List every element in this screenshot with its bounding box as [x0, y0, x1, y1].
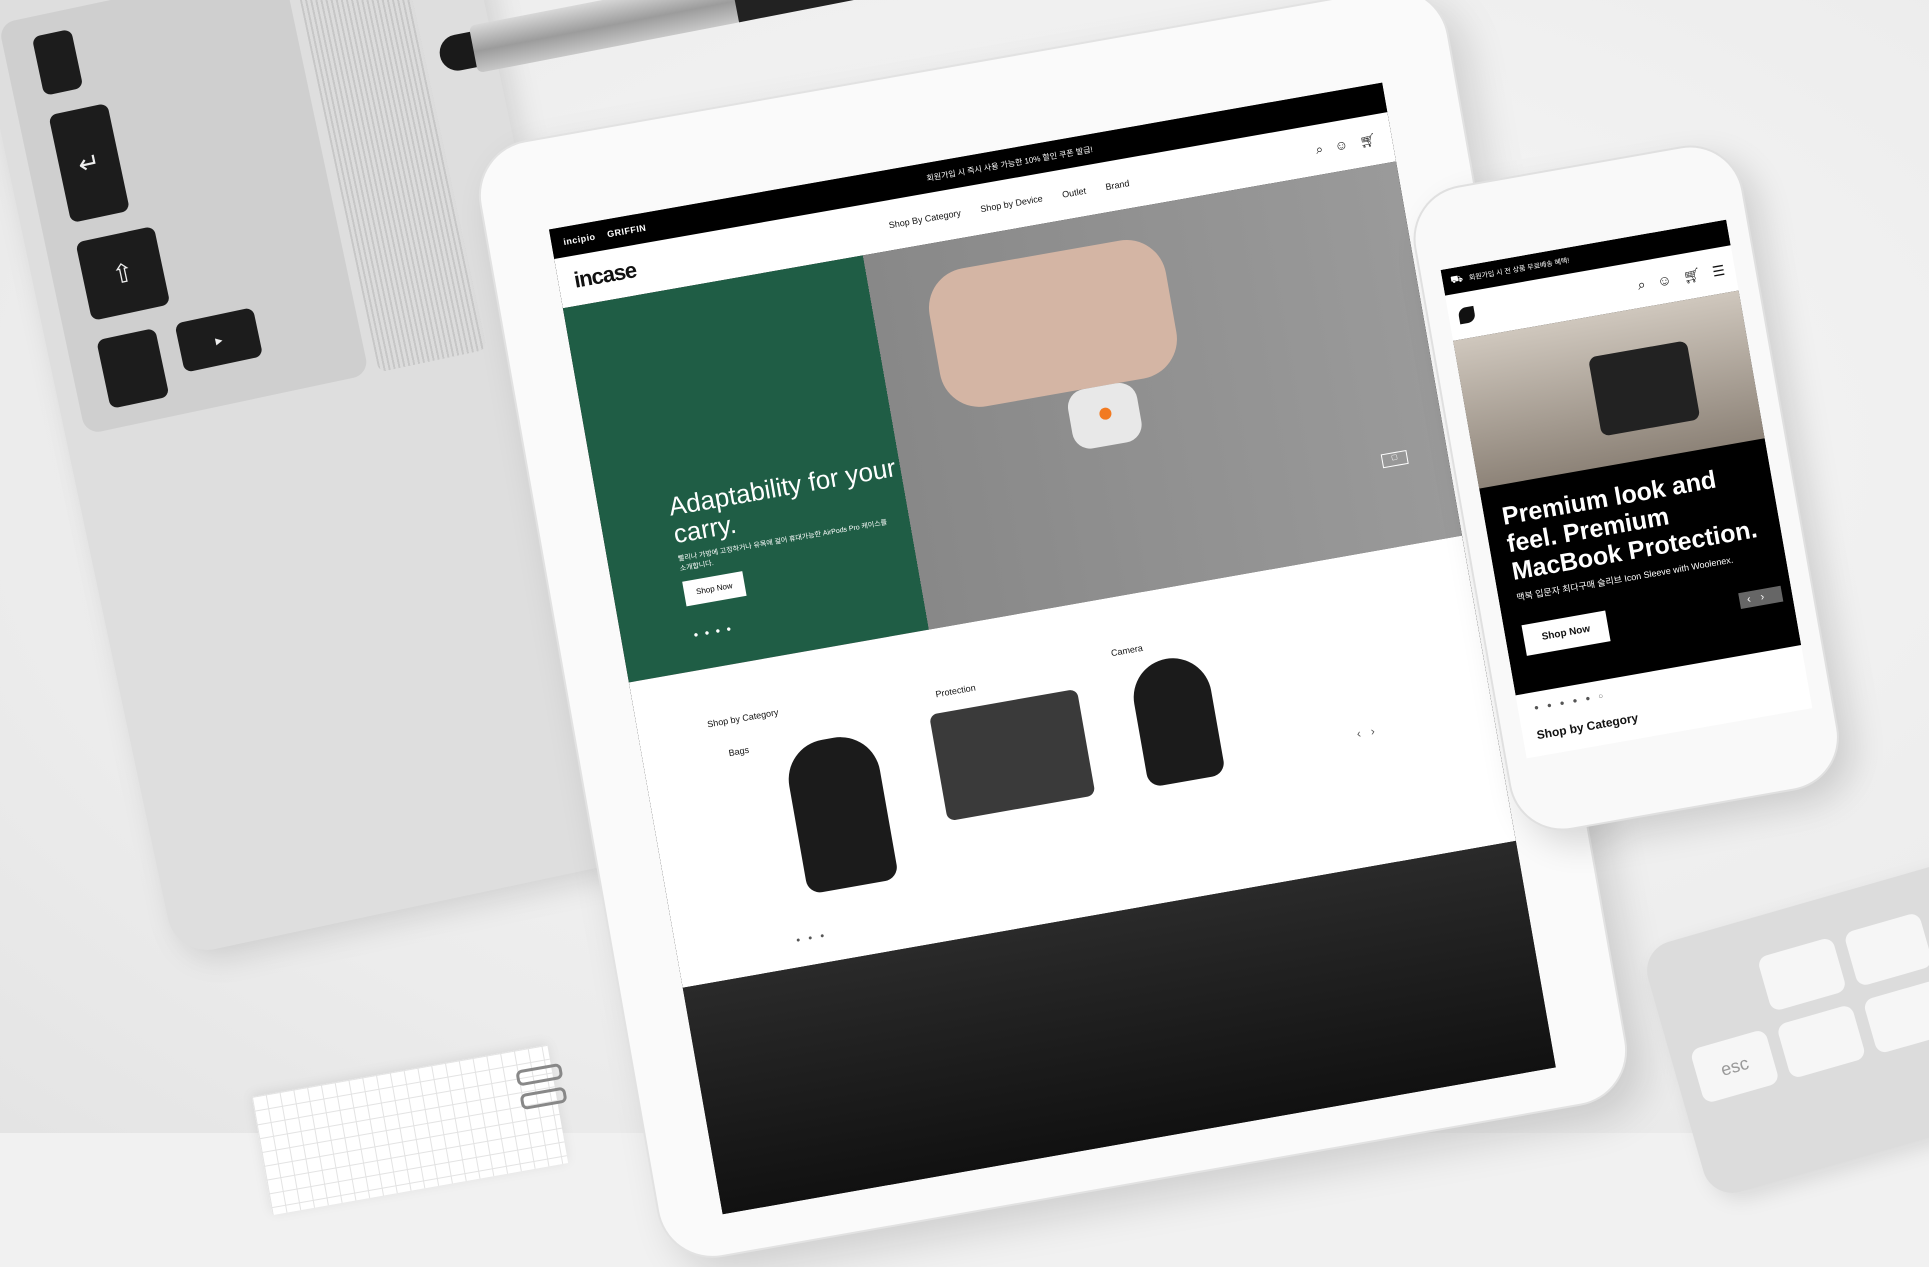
phone-shop-now-button[interactable]: Shop Now: [1521, 610, 1611, 656]
sleeve-image[interactable]: [929, 688, 1096, 822]
camera-bag-image[interactable]: [1127, 652, 1226, 788]
search-icon[interactable]: ⌕: [1636, 275, 1647, 293]
keyboard-key: [1756, 936, 1848, 1012]
cart-icon[interactable]: 🛒︎: [1358, 132, 1377, 151]
category-label-bags[interactable]: Bags: [728, 745, 750, 758]
user-icon[interactable]: ☺: [1656, 271, 1673, 290]
nav-shop-by-category[interactable]: Shop By Category: [888, 208, 962, 231]
truck-icon: ⛟: [1449, 272, 1464, 286]
user-icon[interactable]: ☺: [1333, 137, 1349, 155]
carousel-dots[interactable]: ● ● ● ●: [693, 624, 734, 640]
category-pagination[interactable]: ● ● ●: [796, 932, 828, 944]
keyboard-key: [1843, 911, 1929, 988]
backpack-image[interactable]: [782, 730, 900, 895]
category-arrows-icon[interactable]: ‹›: [1356, 722, 1386, 741]
carousel-arrows-icon[interactable]: ‹›: [1737, 585, 1784, 610]
laptop-sleeve-image: [1588, 340, 1701, 437]
nav-outlet[interactable]: Outlet: [1061, 186, 1086, 200]
carousel-toggle-icon[interactable]: ▢: [1380, 449, 1409, 469]
category-label-protection[interactable]: Protection: [935, 682, 977, 699]
brand-link-incipio[interactable]: incipio: [563, 232, 597, 247]
phone-hero-banner: Premium look and feel. Premium MacBook P…: [1453, 290, 1802, 696]
category-heading: Shop by Category: [706, 707, 780, 730]
shop-now-button[interactable]: Shop Now: [682, 571, 747, 607]
laptop-key: [96, 327, 170, 409]
hands-image: [922, 233, 1184, 414]
esc-key: esc: [1689, 1028, 1780, 1105]
brand-link-griffin[interactable]: GRIFFIN: [606, 223, 647, 240]
search-icon[interactable]: ⌕: [1314, 141, 1324, 158]
category-label-camera[interactable]: Camera: [1110, 643, 1143, 658]
arrow-right-key-icon: ▸: [174, 307, 264, 373]
keyboard-key: [1862, 979, 1929, 1055]
airpods-case-image: [1065, 380, 1145, 452]
keyboard-key: [1776, 1003, 1867, 1080]
return-key-icon: ↵: [48, 102, 130, 224]
phone-screen: ⛟ 회원가입 시 전 상품 무료배송 혜택! ⌕ ☺ 🛒︎ ☰ Premium …: [1440, 219, 1813, 759]
nav-brand[interactable]: Brand: [1105, 178, 1130, 192]
menu-icon[interactable]: ☰: [1711, 261, 1726, 280]
tablet-screen: incipio GRIFFIN 회원가입 시 즉시 사용 가능한 10% 할인 …: [549, 82, 1556, 1215]
incase-logo-icon[interactable]: [1457, 305, 1477, 325]
shift-key-icon: ⇧: [75, 225, 171, 321]
laptop-key: [31, 28, 84, 96]
cart-icon[interactable]: 🛒︎: [1682, 265, 1702, 285]
nav-shop-by-device[interactable]: Shop by Device: [980, 193, 1044, 214]
